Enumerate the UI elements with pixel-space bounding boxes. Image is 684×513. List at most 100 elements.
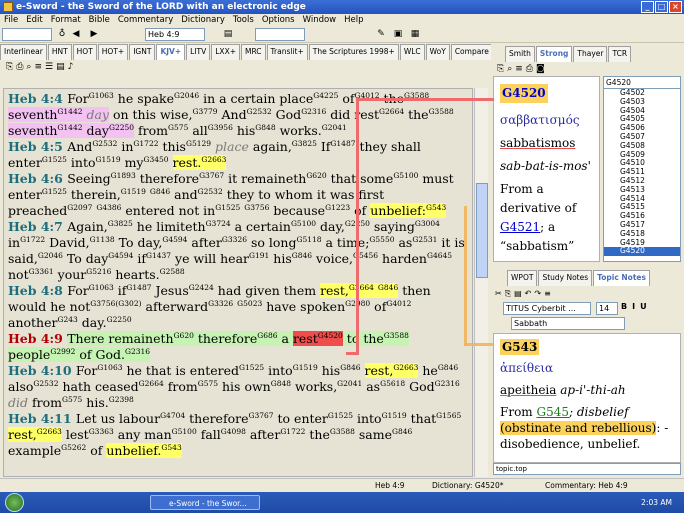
annotation-arrow-orange-h bbox=[464, 343, 494, 346]
topic-tab-study-notes[interactable]: Study Notes bbox=[538, 270, 593, 286]
strongs-item[interactable]: G4520 bbox=[604, 247, 680, 257]
verse-ref[interactable]: Heb 4:5 bbox=[8, 139, 67, 154]
parallel-icon[interactable]: ☰ bbox=[45, 60, 53, 75]
menu-tools[interactable]: Tools bbox=[229, 14, 258, 27]
notes-icon[interactable]: ▣ bbox=[392, 29, 404, 40]
verse-ref[interactable]: Heb 4:7 bbox=[8, 219, 67, 234]
topic-tab-wpot[interactable]: WPOT bbox=[507, 270, 538, 286]
verse-text: Again,G3825 he limitethG3724 a certainG5… bbox=[8, 218, 465, 282]
verse-ref[interactable]: Heb 4:4 bbox=[8, 91, 67, 106]
bible-tab-hot[interactable]: HOT bbox=[72, 44, 97, 60]
audio-icon[interactable]: ♪ bbox=[68, 60, 74, 75]
dict-tab-strong[interactable]: Strong bbox=[535, 46, 573, 62]
bible-tab-wlc[interactable]: WLC bbox=[399, 44, 425, 60]
menu-window[interactable]: Window bbox=[299, 14, 341, 27]
book-icon[interactable]: ▤ bbox=[222, 29, 234, 40]
font-select[interactable]: TITUS Cyberbit ... bbox=[503, 302, 591, 315]
menu-dictionary[interactable]: Dictionary bbox=[177, 14, 229, 27]
maximize-button[interactable]: □ bbox=[655, 1, 668, 13]
picture-icon[interactable]: ▦ bbox=[409, 29, 421, 40]
verse-ref[interactable]: Heb 4:9 bbox=[8, 331, 67, 346]
bible-tab-litv[interactable]: LITV bbox=[186, 44, 211, 60]
copy-icon[interactable]: ⎘ bbox=[497, 62, 504, 77]
menu-edit[interactable]: Edit bbox=[22, 14, 46, 27]
menu-options[interactable]: Options bbox=[258, 14, 299, 27]
topic-tab-topic-notes[interactable]: Topic Notes bbox=[593, 270, 650, 286]
menu-help[interactable]: Help bbox=[340, 14, 367, 27]
bible-tab-lxx-[interactable]: LXX+ bbox=[211, 44, 240, 60]
bible-scrollbar[interactable] bbox=[474, 88, 488, 477]
bible-tab-kjv-[interactable]: KJV+ bbox=[156, 44, 186, 60]
search-icon[interactable]: ⌕ bbox=[26, 60, 31, 75]
list-icon[interactable]: ≡ bbox=[515, 62, 523, 77]
dictionary-pron: sab-bat-is-mos' bbox=[500, 159, 591, 173]
topic-link[interactable]: G545 bbox=[536, 405, 569, 419]
dictionary-toolbar: ⎘ ⌕ ≡ ⎙ ◙ bbox=[491, 62, 684, 77]
dict-tab-tcr[interactable]: TCR bbox=[608, 46, 632, 62]
menu-commentary[interactable]: Commentary bbox=[114, 14, 177, 27]
copy-icon[interactable]: ⎘ bbox=[505, 287, 511, 300]
dictionary-link[interactable]: G4521 bbox=[500, 220, 540, 234]
search-icon[interactable]: ⌕ bbox=[507, 62, 512, 77]
topic-note[interactable]: G543 ἀπείθεια apeitheia ap-i'-thi-ah Fro… bbox=[493, 333, 681, 463]
underline-button[interactable]: U bbox=[640, 302, 647, 311]
copy-icon[interactable]: ⎘ bbox=[6, 60, 13, 75]
verse[interactable]: Heb 4:10 ForG1063 he that is enteredG152… bbox=[8, 363, 468, 411]
bible-tab-compare[interactable]: Compare bbox=[450, 44, 493, 60]
bible-tab-interlinear[interactable]: Interlinear bbox=[0, 44, 47, 60]
menu-file[interactable]: File bbox=[0, 14, 22, 27]
size-select[interactable]: 14 bbox=[596, 302, 618, 315]
verse-combo[interactable]: Heb 4:9 bbox=[145, 28, 205, 41]
bible-tab-mrc[interactable]: MRC bbox=[241, 44, 266, 60]
list-icon[interactable]: ≡ bbox=[34, 60, 42, 75]
taskbar-app[interactable]: e-Sword - the Swor... bbox=[150, 495, 260, 510]
bible-tab-woy[interactable]: WoY bbox=[425, 44, 450, 60]
bold-button[interactable]: B bbox=[621, 302, 627, 311]
verse-ref[interactable]: Heb 4:11 bbox=[8, 411, 76, 426]
bible-tab-hot-[interactable]: HOT+ bbox=[97, 44, 129, 60]
cut-icon[interactable]: ✂ bbox=[495, 287, 502, 300]
verse-ref[interactable]: Heb 4:8 bbox=[8, 283, 67, 298]
prev-combo[interactable] bbox=[255, 28, 305, 41]
menu-bible[interactable]: Bible bbox=[85, 14, 114, 27]
notes-icon[interactable]: ▤ bbox=[56, 60, 65, 75]
status-verse: Heb 4:9 bbox=[375, 481, 405, 490]
minimize-button[interactable]: _ bbox=[641, 1, 654, 13]
menu-format[interactable]: Format bbox=[47, 14, 85, 27]
binoculars-icon[interactable]: ♁ bbox=[56, 29, 68, 40]
topic-selector[interactable]: topic.top bbox=[493, 463, 681, 475]
style-select[interactable]: Sabbath bbox=[511, 317, 625, 330]
camera-icon[interactable]: ◙ bbox=[536, 62, 545, 77]
italic-button[interactable]: I bbox=[632, 302, 635, 311]
title-bar: e-Sword - the Sword of the LORD with an … bbox=[0, 0, 684, 14]
forward-icon[interactable]: ▶ bbox=[88, 29, 100, 40]
verse-ref[interactable]: Heb 4:10 bbox=[8, 363, 76, 378]
align-left-icon[interactable]: ≡ bbox=[544, 287, 551, 300]
verse[interactable]: Heb 4:8 ForG1063 ifG1487 JesusG2424 had … bbox=[8, 283, 468, 331]
close-button[interactable]: × bbox=[669, 1, 682, 13]
bible-tab-the-scriptures-1998-[interactable]: The Scriptures 1998+ bbox=[308, 44, 399, 60]
verse-ref[interactable]: Heb 4:6 bbox=[8, 171, 67, 186]
strongs-list[interactable]: G4520 G4502 G4503 G4504 G4505 G4506 G4507 G450… bbox=[603, 76, 681, 262]
verse[interactable]: Heb 4:11 Let us labourG4704 thereforeG37… bbox=[8, 411, 468, 459]
undo-icon[interactable]: ↶ bbox=[525, 287, 532, 300]
print-icon[interactable]: ⎙ bbox=[526, 62, 533, 77]
dict-tab-thayer[interactable]: Thayer bbox=[573, 46, 608, 62]
print-icon[interactable]: ⎙ bbox=[16, 60, 23, 75]
bible-tab-hnt[interactable]: HNT bbox=[47, 44, 72, 60]
paste-icon[interactable]: ▤ bbox=[514, 287, 522, 300]
verse[interactable]: Heb 4:6 SeeingG1893 thereforeG3767 it re… bbox=[8, 171, 468, 219]
redo-icon[interactable]: ↷ bbox=[534, 287, 541, 300]
bible-combo[interactable] bbox=[2, 28, 52, 41]
back-icon[interactable]: ◀ bbox=[70, 29, 82, 40]
commentary-icon[interactable]: ✎ bbox=[375, 29, 387, 40]
bible-tab-ignt[interactable]: IGNT bbox=[129, 44, 156, 60]
start-button[interactable] bbox=[5, 493, 24, 512]
dictionary-tabs: Smith Strong Thayer TCR bbox=[505, 46, 632, 62]
verse[interactable]: Heb 4:9 There remainethG620 thereforeG68… bbox=[8, 331, 468, 363]
verse[interactable]: Heb 4:5 AndG2532 inG1722 thisG5129 place… bbox=[8, 139, 468, 171]
scroll-thumb[interactable] bbox=[476, 183, 488, 278]
bible-tab-translit-[interactable]: Translit+ bbox=[266, 44, 308, 60]
dict-tab-smith[interactable]: Smith bbox=[505, 46, 535, 62]
verse[interactable]: Heb 4:7 Again,G3825 he limitethG3724 a c… bbox=[8, 219, 468, 283]
